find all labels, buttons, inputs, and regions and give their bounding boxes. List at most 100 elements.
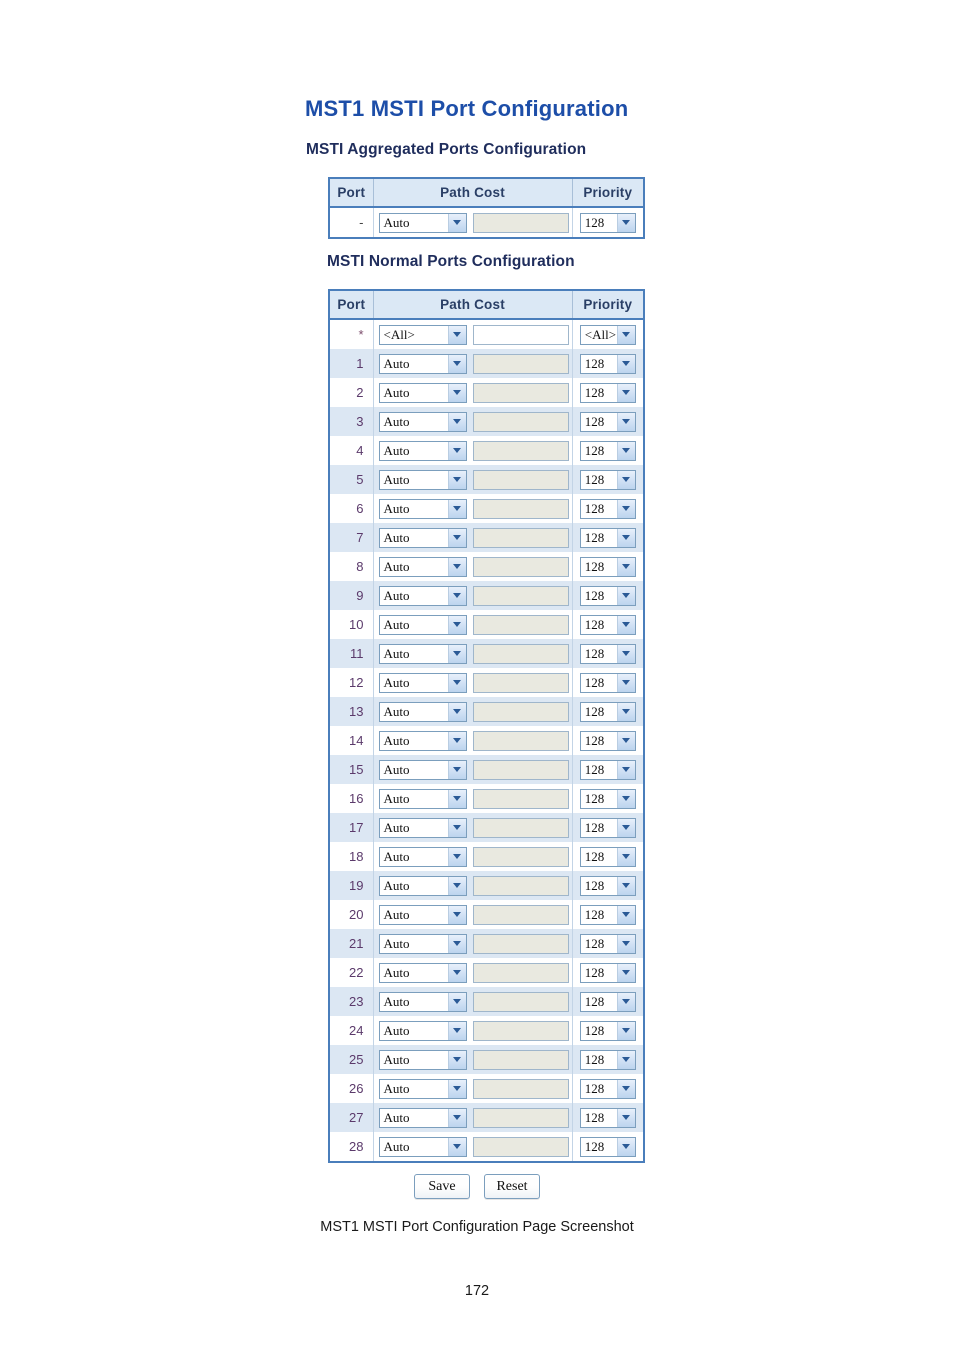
path-cost-select[interactable]: Auto (378, 991, 467, 1012)
chevron-down-icon[interactable] (616, 847, 635, 866)
path-cost-select[interactable]: Auto (378, 585, 467, 606)
chevron-down-icon[interactable] (616, 528, 635, 547)
priority-select[interactable]: 128 (579, 585, 636, 606)
priority-select[interactable]: 128 (579, 991, 636, 1012)
path-cost-select[interactable]: Auto (378, 556, 467, 577)
chevron-down-icon[interactable] (447, 325, 466, 344)
chevron-down-icon[interactable] (616, 383, 635, 402)
path-cost-select[interactable]: Auto (378, 817, 467, 838)
priority-select[interactable]: 128 (579, 440, 636, 461)
priority-select[interactable]: 128 (579, 498, 636, 519)
priority-select[interactable]: 128 (579, 730, 636, 751)
priority-select[interactable]: 128 (579, 643, 636, 664)
chevron-down-icon[interactable] (447, 412, 466, 431)
priority-select[interactable]: 128 (579, 672, 636, 693)
chevron-down-icon[interactable] (447, 673, 466, 692)
chevron-down-icon[interactable] (447, 354, 466, 373)
path-cost-select[interactable]: Auto (378, 1020, 467, 1041)
path-cost-select[interactable]: Auto (378, 440, 467, 461)
chevron-down-icon[interactable] (616, 644, 635, 663)
chevron-down-icon[interactable] (447, 1050, 466, 1069)
chevron-down-icon[interactable] (447, 644, 466, 663)
chevron-down-icon[interactable] (447, 1079, 466, 1098)
chevron-down-icon[interactable] (447, 702, 466, 721)
priority-select[interactable]: 128 (579, 1136, 636, 1157)
chevron-down-icon[interactable] (447, 789, 466, 808)
chevron-down-icon[interactable] (447, 528, 466, 547)
chevron-down-icon[interactable] (447, 470, 466, 489)
chevron-down-icon[interactable] (616, 992, 635, 1011)
chevron-down-icon[interactable] (447, 731, 466, 750)
chevron-down-icon[interactable] (447, 847, 466, 866)
priority-select[interactable]: 128 (579, 1049, 636, 1070)
chevron-down-icon[interactable] (447, 557, 466, 576)
path-cost-select[interactable]: Auto (378, 875, 467, 896)
priority-select[interactable]: 128 (579, 759, 636, 780)
path-cost-select[interactable]: Auto (378, 353, 467, 374)
path-cost-select[interactable]: Auto (378, 730, 467, 751)
priority-select[interactable]: 128 (579, 353, 636, 374)
priority-select[interactable]: 128 (579, 556, 636, 577)
path-cost-select[interactable]: Auto (378, 672, 467, 693)
chevron-down-icon[interactable] (447, 1108, 466, 1127)
chevron-down-icon[interactable] (447, 499, 466, 518)
path-cost-select[interactable]: Auto (378, 498, 467, 519)
path-cost-select[interactable]: Auto (378, 759, 467, 780)
priority-select[interactable]: 128 (579, 382, 636, 403)
chevron-down-icon[interactable] (447, 963, 466, 982)
path-cost-select[interactable]: Auto (378, 527, 467, 548)
priority-select[interactable]: 128 (579, 701, 636, 722)
path-cost-select[interactable]: <All> (378, 324, 467, 345)
chevron-down-icon[interactable] (616, 818, 635, 837)
chevron-down-icon[interactable] (447, 615, 466, 634)
priority-select[interactable]: 128 (579, 817, 636, 838)
chevron-down-icon[interactable] (616, 354, 635, 373)
priority-select[interactable]: <All> (579, 324, 636, 345)
chevron-down-icon[interactable] (447, 876, 466, 895)
path-cost-select[interactable]: Auto (378, 382, 467, 403)
chevron-down-icon[interactable] (447, 992, 466, 1011)
chevron-down-icon[interactable] (616, 615, 635, 634)
chevron-down-icon[interactable] (616, 789, 635, 808)
chevron-down-icon[interactable] (616, 1079, 635, 1098)
priority-select[interactable]: 128 (579, 788, 636, 809)
priority-select[interactable]: 128 (579, 411, 636, 432)
priority-select[interactable]: 128 (579, 904, 636, 925)
chevron-down-icon[interactable] (616, 731, 635, 750)
chevron-down-icon[interactable] (616, 499, 635, 518)
chevron-down-icon[interactable] (447, 213, 466, 232)
priority-select[interactable]: 128 (579, 962, 636, 983)
path-cost-select[interactable]: Auto (378, 962, 467, 983)
path-cost-select[interactable]: Auto (378, 469, 467, 490)
priority-select[interactable]: 128 (579, 1020, 636, 1041)
chevron-down-icon[interactable] (447, 383, 466, 402)
path-cost-input[interactable] (472, 324, 569, 345)
priority-select[interactable]: 128 (579, 846, 636, 867)
chevron-down-icon[interactable] (447, 760, 466, 779)
chevron-down-icon[interactable] (447, 905, 466, 924)
chevron-down-icon[interactable] (616, 673, 635, 692)
chevron-down-icon[interactable] (616, 702, 635, 721)
chevron-down-icon[interactable] (616, 325, 635, 344)
chevron-down-icon[interactable] (616, 1108, 635, 1127)
path-cost-select[interactable]: Auto (378, 846, 467, 867)
chevron-down-icon[interactable] (616, 1050, 635, 1069)
path-cost-select[interactable]: Auto (378, 614, 467, 635)
chevron-down-icon[interactable] (616, 963, 635, 982)
path-cost-select[interactable]: Auto (378, 933, 467, 954)
priority-select[interactable]: 128 (579, 1107, 636, 1128)
chevron-down-icon[interactable] (616, 557, 635, 576)
path-cost-select[interactable]: Auto (378, 212, 467, 233)
chevron-down-icon[interactable] (616, 876, 635, 895)
chevron-down-icon[interactable] (447, 586, 466, 605)
chevron-down-icon[interactable] (616, 905, 635, 924)
path-cost-select[interactable]: Auto (378, 904, 467, 925)
path-cost-select[interactable]: Auto (378, 1107, 467, 1128)
reset-button[interactable]: Reset (484, 1174, 540, 1199)
chevron-down-icon[interactable] (616, 760, 635, 779)
chevron-down-icon[interactable] (616, 441, 635, 460)
path-cost-select[interactable]: Auto (378, 643, 467, 664)
path-cost-select[interactable]: Auto (378, 411, 467, 432)
chevron-down-icon[interactable] (447, 818, 466, 837)
chevron-down-icon[interactable] (447, 441, 466, 460)
